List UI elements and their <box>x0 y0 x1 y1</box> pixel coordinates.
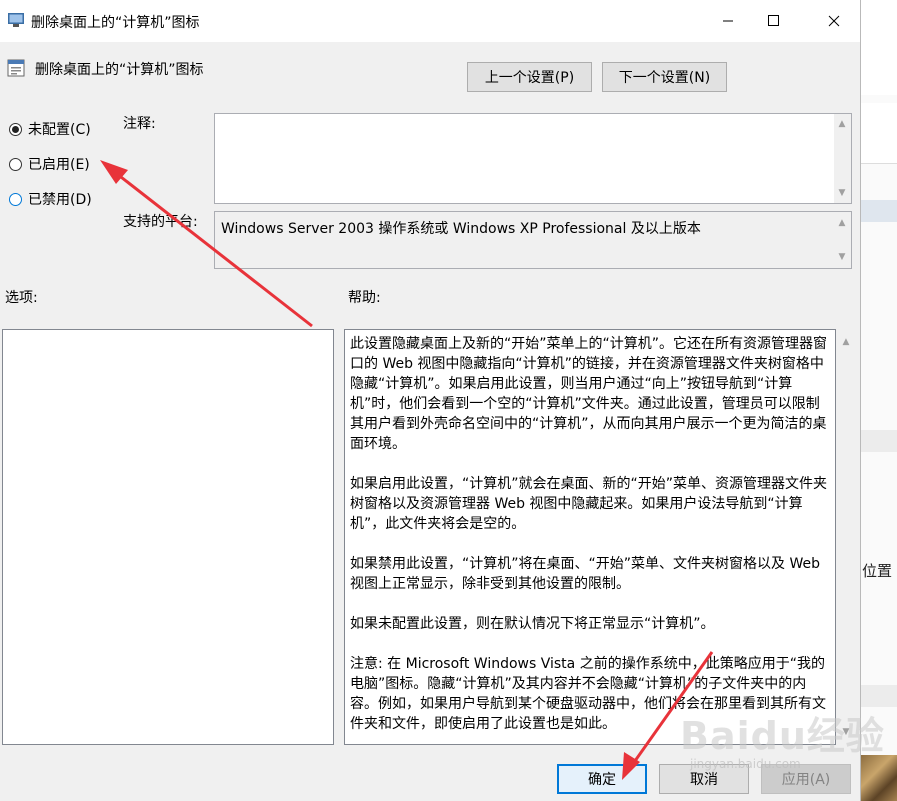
minimize-icon <box>723 20 733 22</box>
radio-enabled[interactable]: 已启用(E) <box>9 154 90 174</box>
radio-label: 已启用(E) <box>28 157 90 173</box>
policy-name: 删除桌面上的“计算机”图标 <box>35 62 204 78</box>
baidu-watermark-url: jingyan.baidu.com <box>690 757 801 771</box>
window-title: 删除桌面上的“计算机”图标 <box>31 15 200 31</box>
baidu-watermark: Baidu经验 <box>680 714 885 758</box>
comment-scrollbar[interactable]: ▲ ▼ <box>834 114 851 203</box>
radio-label: 已禁用(D) <box>28 192 92 208</box>
close-button[interactable] <box>811 0 857 42</box>
maximize-icon <box>768 15 779 26</box>
help-paragraph: 此设置隐藏桌面上及新的“开始”菜单上的“计算机”。它还在所有资源管理器窗口的 W… <box>350 336 828 452</box>
maximize-button[interactable] <box>751 0 797 42</box>
radio-indicator[interactable] <box>9 157 22 171</box>
title-bar[interactable]: 删除桌面上的“计算机”图标 <box>0 0 860 42</box>
policy-setting-icon <box>8 13 24 27</box>
help-label: 帮助: <box>348 290 381 306</box>
background-window <box>860 95 897 801</box>
screen: 位置 删除桌面上的“计算机”图标 删除桌面上的“计算机”图标 上一个设置(P) … <box>0 0 897 801</box>
minimize-button[interactable] <box>705 0 751 42</box>
options-label: 选项: <box>5 290 38 306</box>
background-photo <box>860 755 897 801</box>
platform-scrollbar[interactable]: ▲ ▼ <box>834 212 851 268</box>
platform-label: 支持的平台: <box>123 214 198 230</box>
radio-not-configured[interactable]: 未配置(C) <box>9 119 91 139</box>
radio-label: 未配置(C) <box>28 122 91 138</box>
platform-field: Windows Server 2003 操作系统或 Windows XP Pro… <box>214 211 852 269</box>
scroll-down-icon[interactable]: ▼ <box>837 252 847 262</box>
comment-textarea[interactable]: ▲ ▼ <box>214 113 852 204</box>
help-paragraph: 如果启用此设置，“计算机”就会在桌面、新的“开始”菜单、资源管理器文件夹树窗格以… <box>350 476 828 532</box>
next-setting-button[interactable]: 下一个设置(N) <box>602 62 727 92</box>
background-partial-text: 位置 <box>862 562 893 580</box>
ok-button[interactable]: 确定 <box>557 764 647 794</box>
comment-label: 注释: <box>123 116 156 132</box>
scroll-up-icon[interactable]: ▲ <box>841 337 851 347</box>
radio-indicator[interactable] <box>9 122 22 136</box>
close-icon <box>828 15 840 27</box>
options-panel <box>2 329 334 745</box>
platform-value: Windows Server 2003 操作系统或 Windows XP Pro… <box>221 221 701 237</box>
help-text: 此设置隐藏桌面上及新的“开始”菜单上的“计算机”。它还在所有资源管理器窗口的 W… <box>350 334 830 744</box>
help-paragraph: 如果未配置此设置，则在默认情况下将正常显示“计算机”。 <box>350 616 715 632</box>
policy-header-icon <box>7 59 25 77</box>
help-scrollbar[interactable]: ▲ ▼ <box>838 329 855 745</box>
scroll-up-icon[interactable]: ▲ <box>837 218 847 228</box>
previous-setting-button[interactable]: 上一个设置(P) <box>467 62 592 92</box>
policy-dialog: 删除桌面上的“计算机”图标 删除桌面上的“计算机”图标 上一个设置(P) 下一个… <box>0 0 861 801</box>
scroll-up-icon[interactable]: ▲ <box>837 119 847 129</box>
help-paragraph: 如果禁用此设置，“计算机”将在桌面、“开始”菜单、文件夹树窗格以及 Web 视图… <box>350 556 820 592</box>
help-panel[interactable]: 此设置隐藏桌面上及新的“开始”菜单上的“计算机”。它还在所有资源管理器窗口的 W… <box>344 329 836 745</box>
radio-indicator[interactable] <box>9 192 22 206</box>
scroll-down-icon[interactable]: ▼ <box>837 188 847 198</box>
radio-disabled[interactable]: 已禁用(D) <box>9 189 92 209</box>
